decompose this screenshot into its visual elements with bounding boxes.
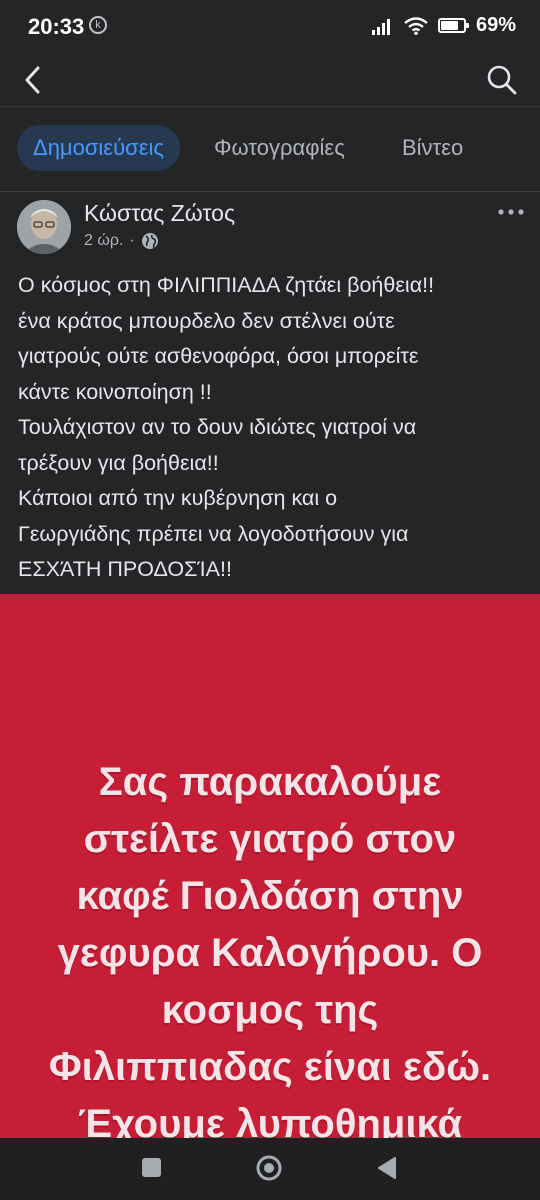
back-arrow-icon[interactable] bbox=[16, 62, 52, 98]
author-name[interactable]: Κώστας Ζώτος bbox=[84, 200, 235, 227]
system-back-icon[interactable] bbox=[375, 1155, 399, 1181]
tab-videos[interactable]: Βίντεο bbox=[386, 125, 479, 171]
post-text: Ο κόσμος στη ΦΙΛΙΠΠΙΑΔΑ ζητάει βοήθεια!!… bbox=[18, 273, 435, 581]
home-icon[interactable] bbox=[255, 1154, 283, 1182]
tab-posts[interactable]: Δημοσιεύσεις bbox=[17, 125, 181, 171]
battery-percent: 69% bbox=[475, 14, 516, 36]
top-nav bbox=[0, 54, 540, 107]
globe-icon bbox=[141, 233, 158, 249]
system-nav-bar bbox=[0, 1138, 540, 1200]
post-time[interactable]: 2 ώρ. bbox=[84, 232, 123, 250]
post-header: Κώστας Ζώτος 2 ώρ. · bbox=[0, 192, 540, 262]
more-options-icon[interactable] bbox=[496, 204, 526, 220]
battery-icon bbox=[437, 18, 469, 33]
status-bar: 20:33 k 69% bbox=[0, 0, 540, 54]
search-icon[interactable] bbox=[484, 62, 520, 98]
status-time: 20:33 bbox=[28, 14, 85, 39]
recent-apps-icon[interactable] bbox=[142, 1158, 161, 1177]
post-meta: 2 ώρ. · bbox=[84, 232, 159, 250]
post-image-text: Σας παρακαλούμε στείλτε γιατρό στον καφέ… bbox=[48, 760, 492, 1138]
signal-icon bbox=[371, 18, 390, 35]
k-badge-icon: k bbox=[89, 16, 107, 34]
avatar[interactable] bbox=[17, 200, 71, 254]
status-icons: 69% bbox=[371, 14, 516, 37]
wifi-icon bbox=[404, 16, 428, 35]
avatar-photo bbox=[17, 200, 71, 254]
tab-photos[interactable]: Φωτογραφίες bbox=[198, 125, 361, 171]
post-image[interactable]: Σας παρακαλούμε στείλτε γιατρό στον καφέ… bbox=[0, 594, 540, 1138]
profile-tabs: Δημοσιεύσεις Φωτογραφίες Βίντεο bbox=[0, 107, 540, 192]
meta-separator: · bbox=[129, 232, 135, 249]
